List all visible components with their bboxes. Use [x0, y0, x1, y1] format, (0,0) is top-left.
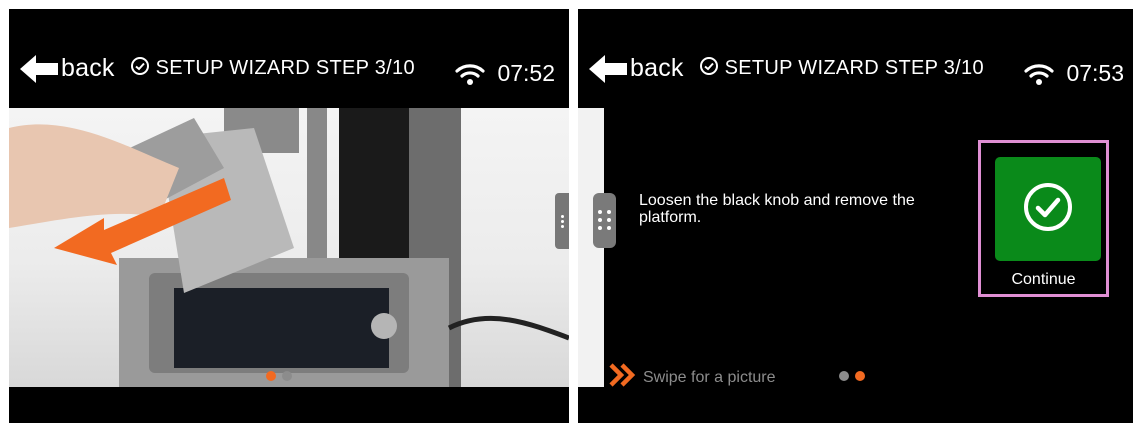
back-label: back [61, 54, 115, 82]
back-button[interactable]: back [20, 54, 115, 83]
wizard-screen-instructions: back SETUP WIZARD STEP 3/10 07:53 Loosen… [578, 9, 1133, 423]
instruction-text: Loosen the black knob and remove the pla… [639, 192, 915, 226]
wifi-icon [455, 63, 485, 90]
check-circle-icon [699, 56, 719, 81]
clock: 07:53 [1066, 60, 1124, 86]
continue-button[interactable] [995, 157, 1101, 261]
wifi-icon [1024, 63, 1054, 90]
wizard-title: SETUP WIZARD STEP 3/10 [155, 57, 415, 79]
back-button[interactable]: back [589, 54, 684, 83]
wizard-title: SETUP WIZARD STEP 3/10 [724, 57, 984, 79]
drawer-handle[interactable] [593, 193, 616, 248]
page-indicator [266, 371, 292, 381]
drawer-handle[interactable] [555, 193, 569, 249]
continue-highlight: Continue [978, 140, 1109, 297]
arrow-left-icon [589, 54, 627, 83]
check-circle-icon [130, 56, 150, 81]
page-dot[interactable] [839, 371, 849, 381]
status-bar: back SETUP WIZARD STEP 3/10 07:53 [578, 9, 1133, 108]
double-chevron-right-icon [608, 362, 636, 393]
swipe-hint-text: Swipe for a picture [643, 368, 776, 386]
wizard-step: SETUP WIZARD STEP 3/10 [130, 56, 415, 81]
back-label: back [630, 54, 684, 82]
page-dot-active[interactable] [855, 371, 865, 381]
wizard-step: SETUP WIZARD STEP 3/10 [699, 56, 984, 81]
page-dot-active[interactable] [266, 371, 276, 381]
clock: 07:52 [497, 60, 555, 86]
check-circle-icon [1022, 181, 1074, 238]
swipe-hint[interactable]: Swipe for a picture [608, 362, 776, 393]
page-dot[interactable] [282, 371, 292, 381]
arrow-left-icon [20, 54, 58, 83]
page-indicator [839, 371, 865, 381]
drag-handle-icon [560, 213, 564, 230]
instruction-photo[interactable] [9, 108, 569, 387]
wizard-screen-photo: back SETUP WIZARD STEP 3/10 07:52 [9, 9, 569, 423]
status-bar: back SETUP WIZARD STEP 3/10 07:52 [9, 9, 569, 108]
drag-handle-icon [597, 210, 602, 214]
continue-label: Continue [1011, 271, 1076, 288]
